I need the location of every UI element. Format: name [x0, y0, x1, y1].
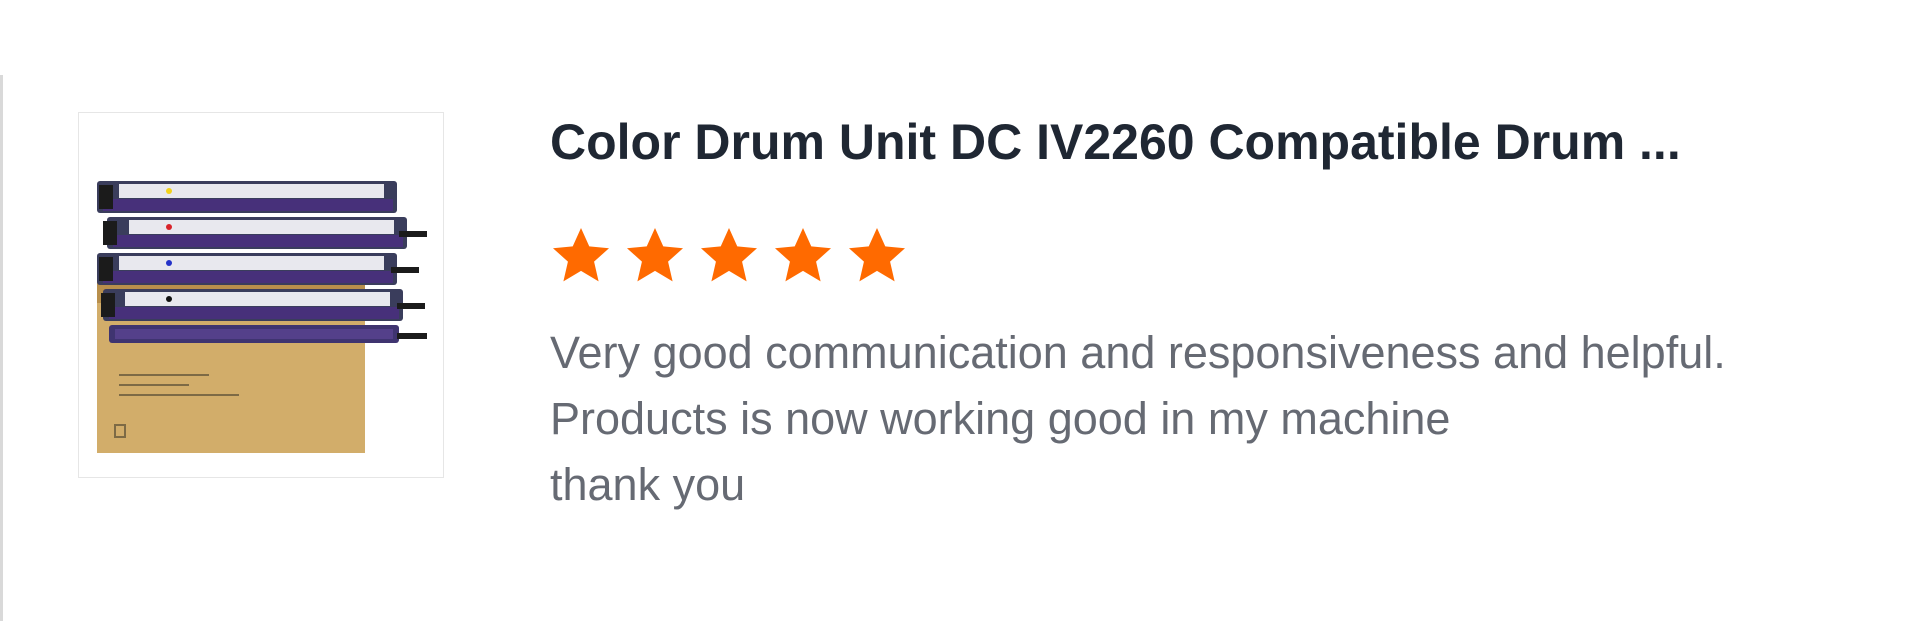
left-divider: [0, 75, 3, 621]
product-title[interactable]: Color Drum Unit DC IV2260 Compatible Dru…: [550, 112, 1850, 172]
product-thumbnail[interactable]: [78, 112, 444, 478]
review-text: Very good communication and responsivene…: [550, 320, 1920, 518]
drum-unit-image: [97, 181, 427, 453]
star-icon: [770, 224, 836, 288]
star-icon: [696, 224, 762, 288]
star-rating: [548, 224, 910, 288]
review-text-line: thank you: [550, 459, 746, 510]
star-icon: [548, 224, 614, 288]
star-icon: [844, 224, 910, 288]
review-card: Color Drum Unit DC IV2260 Compatible Dru…: [78, 112, 1908, 532]
review-text-line: Products is now working good in my machi…: [550, 393, 1451, 444]
review-text-line: Very good communication and responsivene…: [550, 327, 1726, 378]
review-page: Color Drum Unit DC IV2260 Compatible Dru…: [0, 0, 1920, 621]
star-icon: [622, 224, 688, 288]
